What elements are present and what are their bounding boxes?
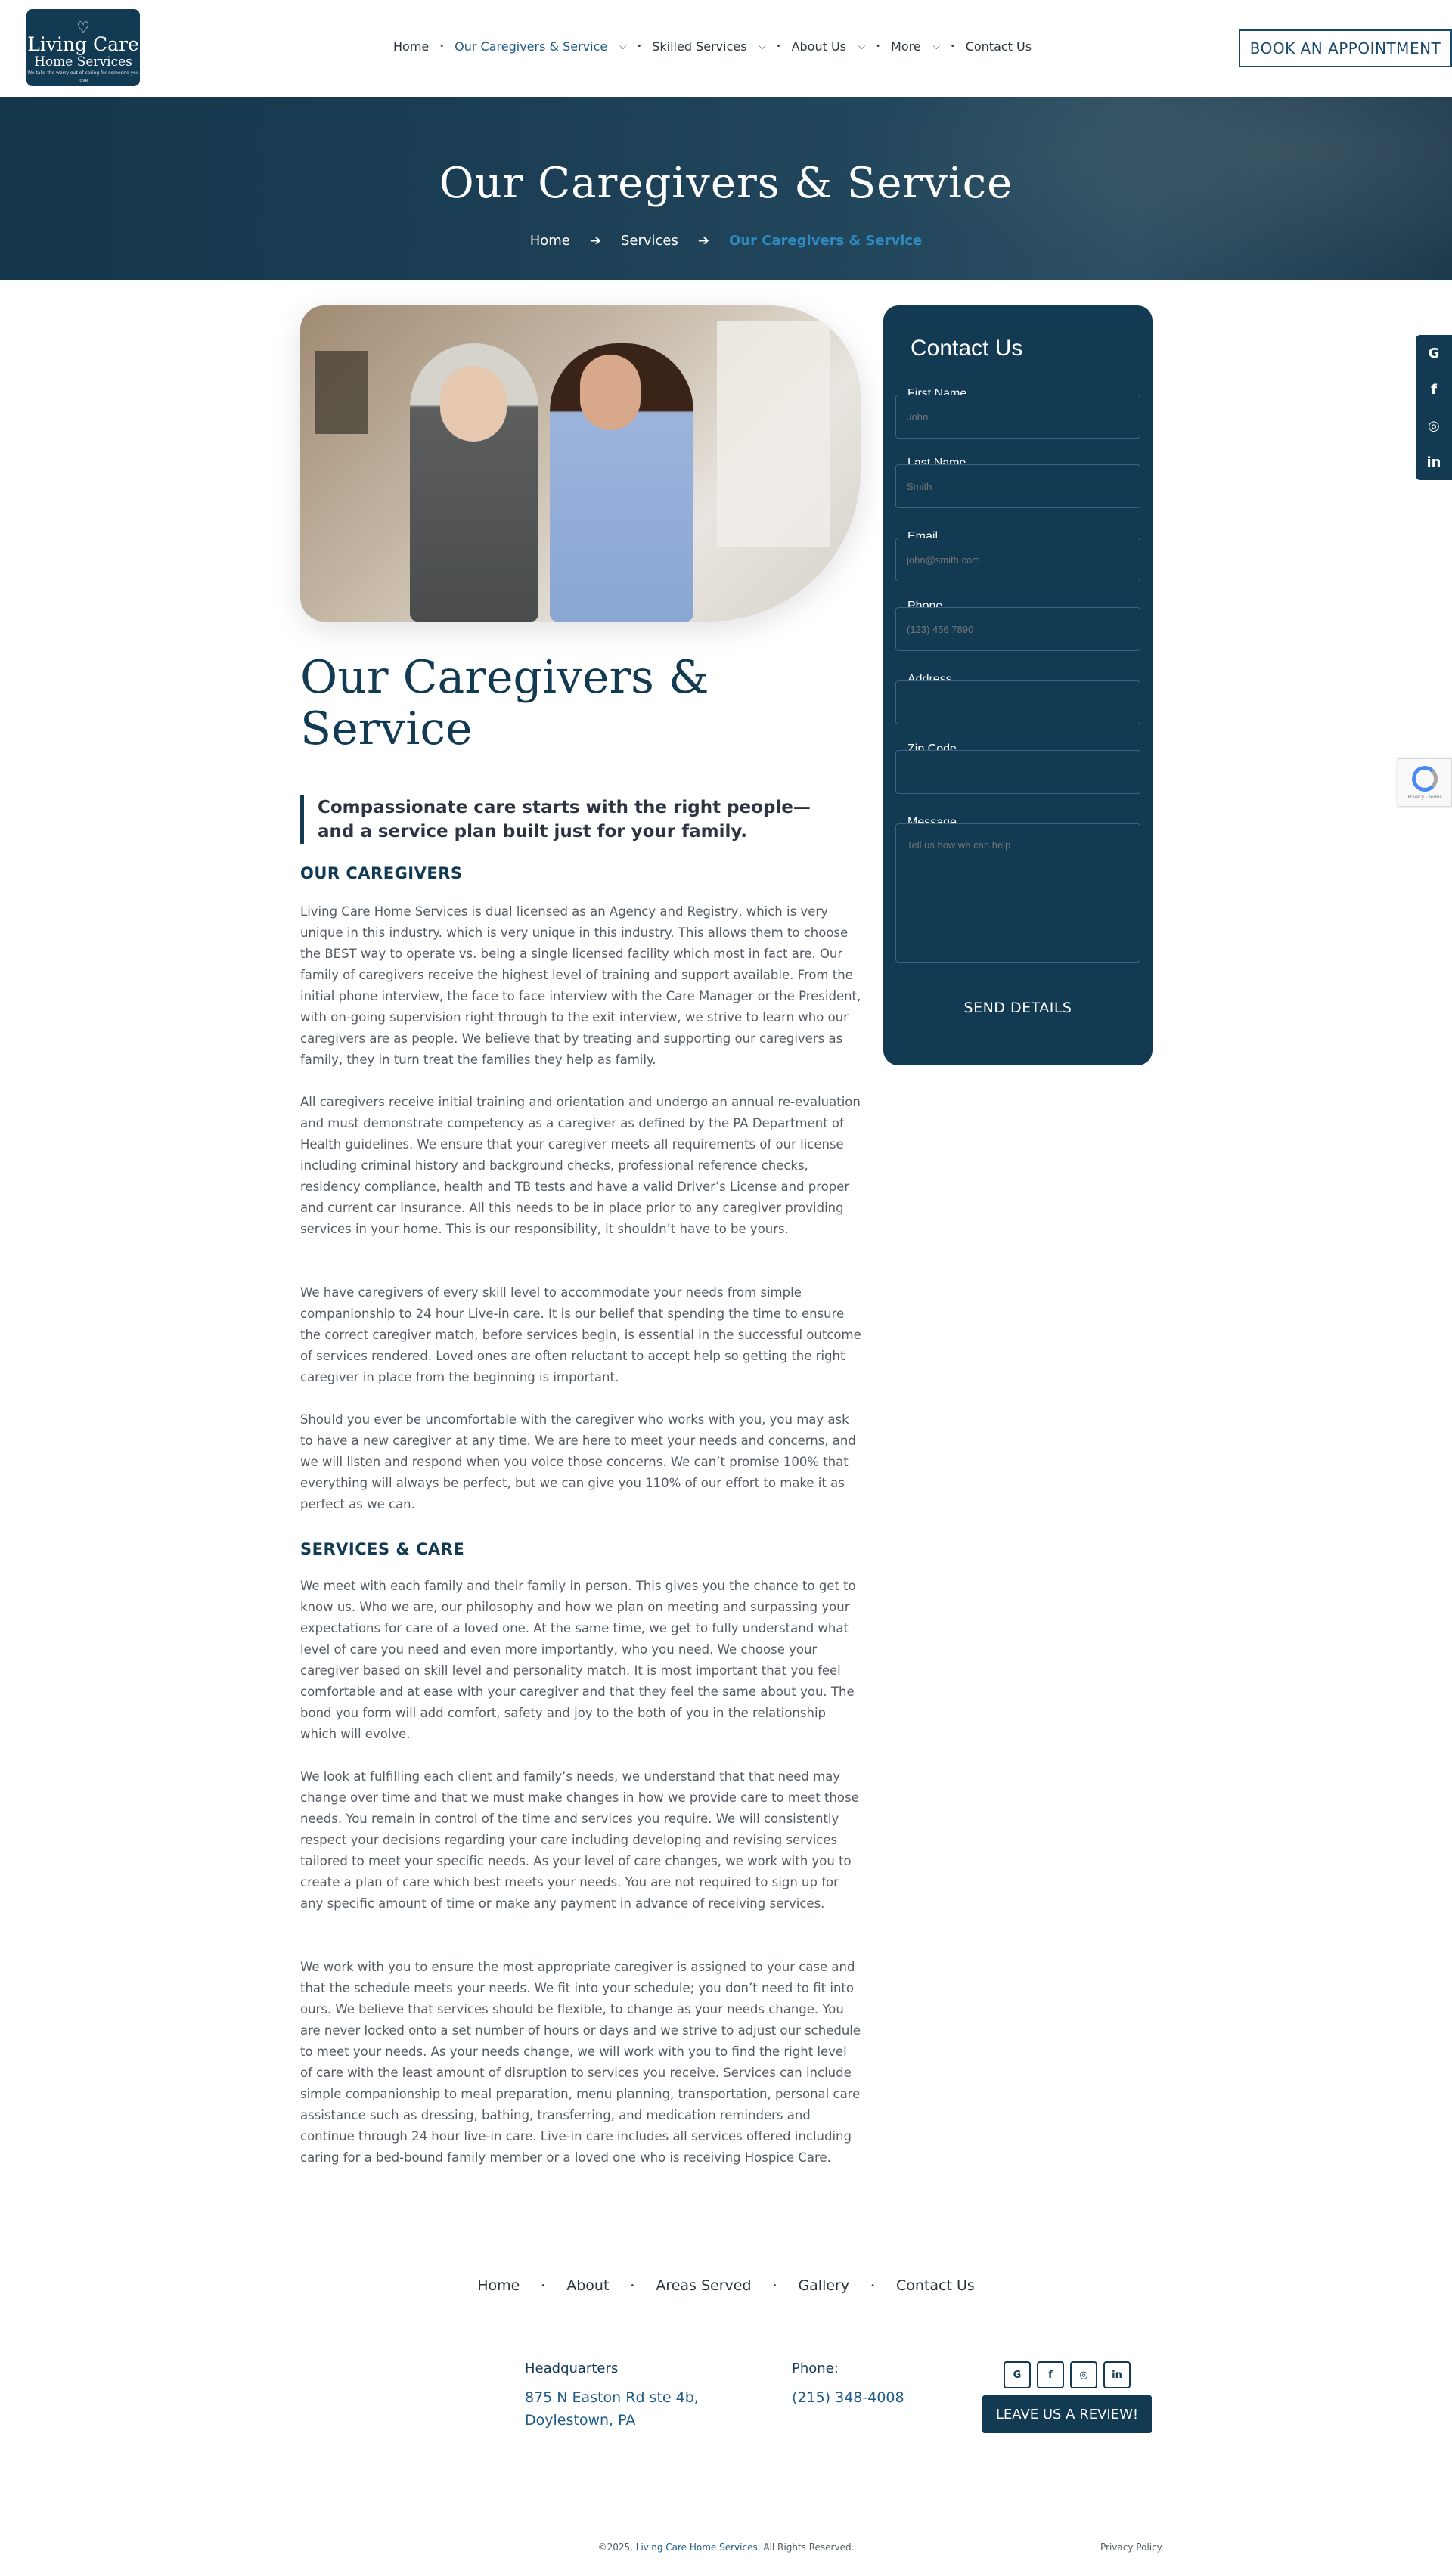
nav-label: Our Caregivers & Service — [455, 39, 608, 54]
zip-code-field[interactable] — [895, 750, 1140, 794]
nav-item-more[interactable]: More ⌵ — [891, 39, 940, 54]
paragraph: We look at fulfilling each client and fa… — [300, 1769, 859, 1911]
nav-separator: • — [637, 42, 642, 51]
phone-number-link[interactable]: (215) 348-4008 — [792, 2386, 904, 2409]
logo-line-1: Living Care — [27, 33, 139, 55]
headquarters-address-line-2[interactable]: Doylestown, PA — [525, 2409, 635, 2432]
contact-form-title: Contact Us — [911, 336, 1023, 361]
address-field[interactable] — [895, 680, 1140, 724]
section-heading-caregivers: OUR CAREGIVERS — [300, 864, 463, 882]
instagram-icon[interactable]: ◎ — [1070, 2361, 1097, 2388]
chevron-down-icon: ⌵ — [858, 41, 866, 51]
nav-label: Contact Us — [965, 39, 1032, 54]
footer-nav-gallery[interactable]: Gallery — [798, 2277, 849, 2294]
page-hero: Our Caregivers & Service Home ➔ Services… — [0, 97, 1452, 280]
paragraph: We meet with each family and their famil… — [300, 1579, 856, 1741]
caregiver-with-senior-photo — [300, 305, 861, 622]
nav-label: About Us — [791, 39, 846, 54]
leave-review-button[interactable]: LEAVE US A REVIEW! — [982, 2395, 1152, 2433]
main-nav: Home • Our Caregivers & Service ⌵ • Skil… — [393, 39, 1032, 54]
book-appointment-button[interactable]: BOOK AN APPOINTMENT — [1239, 29, 1452, 67]
logo-tagline: We take the worry out of caring for some… — [27, 70, 139, 83]
footer-nav-contact-us[interactable]: Contact Us — [896, 2277, 975, 2294]
chevron-down-icon: ⌵ — [759, 41, 766, 51]
logo-line-2: Home Services — [34, 54, 132, 70]
nav-label: Skilled Services — [652, 39, 747, 54]
nav-separator: • — [439, 42, 445, 51]
nav-separator: • — [776, 42, 781, 51]
contact-form: Contact Us First Name Last Name Email Ph… — [883, 305, 1153, 1065]
paragraph: All caregivers receive initial training … — [300, 1095, 861, 1236]
site-header: ♡ Living Care Home Services We take the … — [0, 0, 1452, 97]
chevron-down-icon: ⌵ — [619, 41, 627, 51]
photo-window — [717, 321, 830, 547]
paragraph: We work with you to ensure the most appr… — [300, 1960, 861, 2165]
nav-separator: • — [772, 2281, 777, 2290]
privacy-policy-link[interactable]: Privacy Policy — [1100, 2542, 1162, 2553]
photo-wall-frame — [315, 351, 368, 434]
google-icon[interactable]: G — [1416, 335, 1452, 371]
headquarters-address-line-1[interactable]: 875 N Easton Rd ste 4b, — [525, 2386, 699, 2409]
facebook-icon[interactable]: f — [1416, 371, 1452, 408]
copyright-prefix: ©2025, — [597, 2542, 633, 2553]
breadcrumb: Home ➔ Services ➔ Our Caregivers & Servi… — [0, 233, 1452, 249]
linkedin-icon[interactable]: in — [1103, 2361, 1131, 2388]
footer-nav-home[interactable]: Home — [477, 2277, 520, 2294]
recaptcha-terms[interactable]: Privacy - Terms — [1407, 795, 1441, 800]
photo-senior-face — [440, 366, 507, 442]
footer-nav: Home • About • Areas Served • Gallery • … — [0, 2277, 1452, 2294]
breadcrumb-services[interactable]: Services — [621, 233, 678, 249]
copyright: ©2025, Living Care Home Services. All Ri… — [0, 2542, 1452, 2553]
nav-item-caregivers-service[interactable]: Our Caregivers & Service ⌵ — [455, 39, 626, 54]
paragraph: We have caregivers of every skill level … — [300, 1285, 861, 1384]
paragraph: Living Care Home Services is dual licens… — [300, 904, 861, 1067]
first-name-field[interactable] — [895, 395, 1140, 439]
last-name-field[interactable] — [895, 464, 1140, 508]
copyright-suffix: . All Rights Reserved. — [757, 2542, 855, 2553]
email-field[interactable] — [895, 538, 1140, 581]
linkedin-icon[interactable]: in — [1416, 444, 1452, 480]
paragraph: Should you ever be uncomfortable with th… — [300, 1412, 856, 1511]
breadcrumb-current: Our Caregivers & Service — [728, 233, 923, 249]
hero-title: Our Caregivers & Service — [439, 159, 1013, 208]
nav-item-contact-us[interactable]: Contact Us — [966, 39, 1032, 54]
headquarters-label: Headquarters — [525, 2361, 619, 2376]
recaptcha-icon — [1412, 765, 1438, 792]
nav-item-about-us[interactable]: About Us ⌵ — [792, 39, 866, 54]
send-details-button[interactable]: SEND DETAILS — [895, 984, 1140, 1031]
photo-nurse-face — [580, 355, 641, 430]
nav-separator: • — [630, 2281, 635, 2290]
nav-separator: • — [876, 42, 881, 51]
footer-nav-areas-served[interactable]: Areas Served — [656, 2277, 751, 2294]
site-logo[interactable]: ♡ Living Care Home Services We take the … — [26, 9, 140, 86]
article-pull-quote: Compassionate care starts with the right… — [300, 795, 830, 844]
recaptcha-badge[interactable]: Privacy - Terms — [1398, 758, 1452, 807]
copyright-brand-link[interactable]: Living Care Home Services — [636, 2542, 758, 2553]
breadcrumb-home[interactable]: Home — [530, 233, 570, 249]
nav-label: More — [891, 39, 921, 54]
article-title: Our Caregivers & Service — [300, 651, 709, 755]
nav-separator: • — [870, 2281, 876, 2290]
footer-nav-about[interactable]: About — [566, 2277, 609, 2294]
heart-hands-icon: ♡ — [76, 18, 90, 36]
section-heading-services-care: SERVICES & CARE — [300, 1540, 465, 1558]
phone-label: Phone: — [792, 2361, 839, 2376]
nav-item-skilled-services[interactable]: Skilled Services ⌵ — [652, 39, 765, 54]
nav-label: Home — [393, 39, 430, 54]
floating-social-bar: G f ◎ in — [1416, 335, 1452, 480]
facebook-icon[interactable]: f — [1037, 2361, 1064, 2388]
message-field[interactable] — [895, 823, 1140, 963]
instagram-icon[interactable]: ◎ — [1416, 408, 1452, 444]
arrow-right-icon: ➔ — [697, 233, 709, 249]
chevron-down-icon: ⌵ — [932, 41, 940, 51]
arrow-right-icon: ➔ — [589, 233, 601, 249]
phone-field[interactable] — [895, 607, 1140, 651]
nav-separator: • — [541, 2281, 546, 2290]
nav-item-home[interactable]: Home — [393, 39, 429, 54]
nav-separator: • — [950, 42, 955, 51]
google-icon[interactable]: G — [1004, 2361, 1031, 2388]
